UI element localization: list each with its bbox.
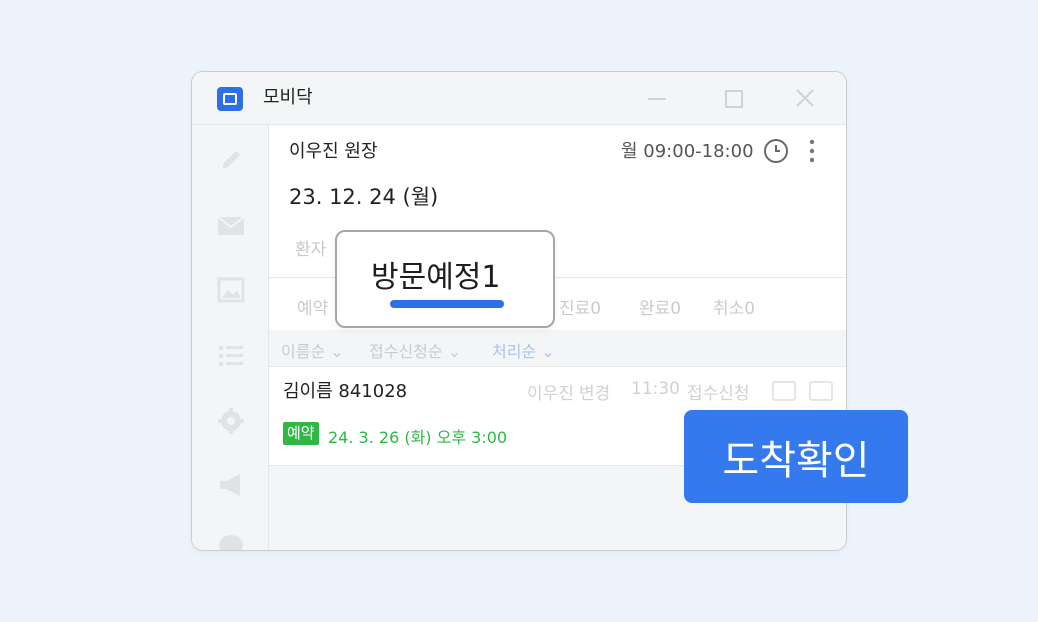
- sort-by-received-label: 접수신청순: [369, 342, 443, 361]
- clock-icon[interactable]: [763, 138, 789, 164]
- close-button[interactable]: [793, 86, 817, 110]
- close-icon: [796, 89, 814, 107]
- sort-by-processed-label: 처리순: [492, 342, 537, 361]
- doctor-name: 이우진 원장: [289, 141, 378, 162]
- message-icon[interactable]: [772, 381, 796, 401]
- gear-icon[interactable]: [216, 406, 246, 436]
- image-icon[interactable]: [216, 276, 246, 306]
- minimize-button[interactable]: [645, 86, 669, 110]
- sort-bar: 이름순 ⌄ 접수신청순 ⌄ 처리순 ⌄: [269, 330, 846, 367]
- maximize-button[interactable]: [721, 86, 745, 110]
- tab-in-treatment[interactable]: 진료0: [559, 294, 601, 319]
- chat-icon[interactable]: [216, 530, 246, 550]
- patient-name: 김이름 841028: [283, 381, 408, 402]
- appointment-badge: 예약: [283, 422, 319, 445]
- assigned-doctor: 이우진: [527, 384, 574, 404]
- active-tab-indicator: [390, 300, 504, 308]
- sort-by-name-label: 이름순: [281, 342, 326, 361]
- tab-completed[interactable]: 완료0: [639, 294, 681, 319]
- tab-reservation[interactable]: 예약: [297, 294, 328, 319]
- title-bar: 모비닥: [192, 72, 846, 125]
- more-vertical-icon[interactable]: [807, 138, 817, 164]
- appointment-datetime: 24. 3. 26 (화) 오후 3:00: [328, 428, 508, 447]
- mobidoc-logo-icon: [217, 87, 243, 111]
- visit-scheduled-callout: 방문예정1: [335, 230, 555, 328]
- request-status: 접수신청: [687, 384, 750, 404]
- office-hours: 월 09:00-18:00: [621, 141, 754, 162]
- window-title: 모비닥: [263, 87, 313, 108]
- megaphone-icon[interactable]: [216, 470, 246, 500]
- sidebar: [192, 125, 269, 550]
- document-icon[interactable]: [809, 381, 833, 401]
- confirm-arrival-button[interactable]: 도착확인: [684, 410, 908, 503]
- visit-scheduled-label: 방문예정1: [371, 260, 501, 295]
- change-doctor-link[interactable]: 변경: [579, 379, 610, 404]
- sort-by-name[interactable]: 이름순 ⌄: [281, 338, 344, 362]
- pencil-icon[interactable]: [216, 145, 246, 175]
- sort-by-processed[interactable]: 처리순 ⌄: [492, 338, 555, 362]
- list-icon[interactable]: [216, 341, 246, 371]
- request-time: 11:30: [631, 379, 680, 399]
- sort-by-received[interactable]: 접수신청순 ⌄: [369, 338, 461, 362]
- patient-section-label: 환자: [295, 240, 327, 260]
- current-date: 23. 12. 24 (월): [289, 185, 439, 209]
- mail-icon[interactable]: [216, 211, 246, 241]
- tab-cancelled[interactable]: 취소0: [713, 294, 755, 319]
